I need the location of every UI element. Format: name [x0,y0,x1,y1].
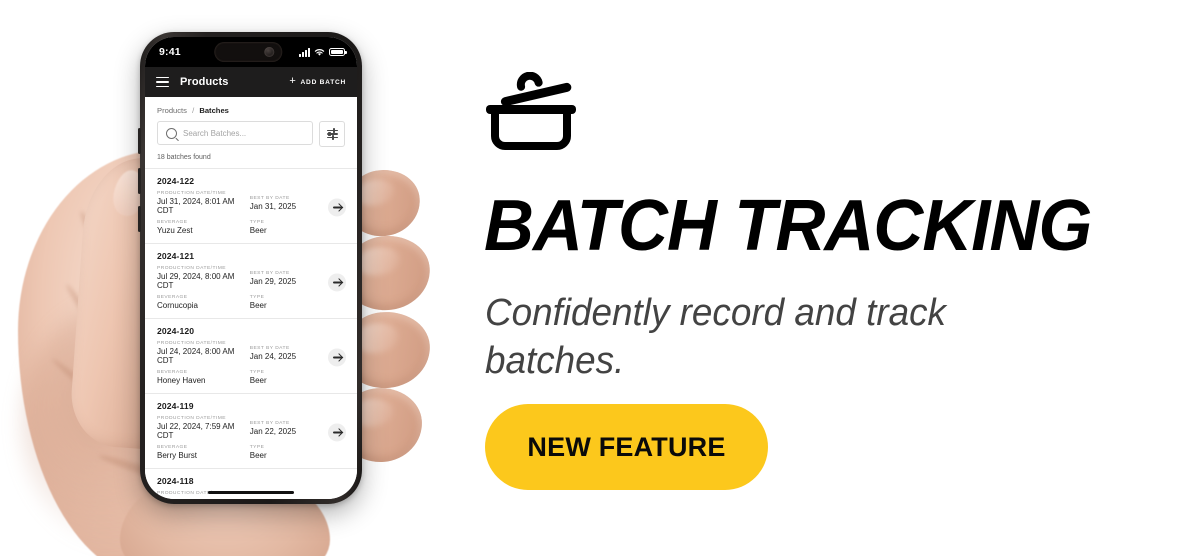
filter-sliders-icon [326,127,338,141]
add-batch-button[interactable]: + ADD BATCH [289,75,346,88]
best-by-value: Jan 24, 2025 [249,351,297,361]
batch-id: 2024-119 [157,401,194,411]
cooking-pot-icon [486,72,576,150]
phone-screen: 9:41 Products + ADD BATCH Products / Bat… [145,37,357,499]
best-by-label: BEST BY DATE [249,345,290,351]
production-value: Jul 24, 2024, 8:00 AM CDT [157,347,235,365]
type-label: TYPE [249,220,265,225]
hamburger-menu-icon[interactable] [156,76,169,88]
breadcrumb: Products / Batches [145,97,357,117]
beverage-value: Yuzu Zest [157,226,193,235]
breadcrumb-batches: Batches [199,106,229,115]
dynamic-island [214,42,283,62]
best-by-label: BEST BY DATE [249,420,290,426]
open-batch-arrow-icon[interactable] [328,198,346,217]
table-row[interactable]: 2024-121 PRODUCTION DATE/TIME Jul 29, 20… [145,244,357,319]
search-input[interactable]: Search Batches... [157,121,313,145]
wifi-icon [314,48,325,56]
new-feature-button[interactable]: NEW FEATURE [485,404,768,490]
batch-list: 2024-122 PRODUCTION DATE/TIME Jul 31, 20… [145,168,357,499]
beverage-label: BEVERAGE [157,220,188,225]
table-row[interactable]: 2024-118 PRODUCTION DATE/TIME BEST BY DA… [145,469,357,499]
smartphone-device: 9:41 Products + ADD BATCH Products / Bat… [138,32,362,504]
production-label: PRODUCTION DATE/TIME [157,266,226,271]
beverage-value: Cornucopia [157,301,198,310]
type-value: Beer [249,301,267,310]
plus-icon: + [289,75,297,87]
open-batch-arrow-icon[interactable] [328,273,346,292]
beverage-value: Berry Burst [157,451,198,460]
status-bar: 9:41 [145,37,357,67]
batch-id: 2024-121 [157,251,195,261]
results-count: 18 batches found [157,154,211,161]
phone-in-hand-photo: 9:41 Products + ADD BATCH Products / Bat… [0,0,470,556]
batch-id: 2024-122 [157,176,195,186]
battery-icon [329,48,347,56]
type-value: Beer [249,376,267,385]
new-feature-label: NEW FEATURE [527,431,726,462]
beverage-label: BEVERAGE [157,445,188,450]
best-by-value: Jan 22, 2025 [249,426,297,436]
open-batch-arrow-icon[interactable] [328,348,346,367]
best-by-value: Jan 29, 2025 [249,276,297,286]
breadcrumb-products[interactable]: Products [157,106,187,115]
batches-screen: Products / Batches Search Batches... 18 … [145,97,357,499]
page-title: Products [180,76,229,88]
production-value: Jul 29, 2024, 8:00 AM CDT [157,272,235,290]
type-label: TYPE [249,370,265,375]
production-label: PRODUCTION DATE/TIME [157,416,226,421]
open-batch-arrow-icon[interactable] [328,423,346,442]
type-value: Beer [249,451,267,460]
production-label: PRODUCTION DATE/TIME [157,191,226,196]
best-by-label: BEST BY DATE [249,195,290,201]
best-by-label: BEST BY DATE [249,270,290,276]
home-indicator [208,490,294,494]
search-icon [166,127,177,139]
table-row[interactable]: 2024-122 PRODUCTION DATE/TIME Jul 31, 20… [145,169,357,244]
front-camera-icon [264,47,275,57]
promo-subheadline: Confidently record and track batches. [485,292,946,382]
production-label: PRODUCTION DATE/TIME [157,341,226,346]
best-by-value: Jan 31, 2025 [249,201,297,211]
status-icons [299,37,347,67]
production-value: Jul 31, 2024, 8:01 AM CDT [157,197,235,215]
search-placeholder: Search Batches... [183,128,247,138]
promotional-banner: 9:41 Products + ADD BATCH Products / Bat… [0,0,1200,556]
table-row[interactable]: 2024-119 PRODUCTION DATE/TIME Jul 22, 20… [145,394,357,469]
status-time: 9:41 [159,46,181,58]
app-bar: Products + ADD BATCH [145,67,357,97]
promo-headline: BATCH TRACKING [484,186,1092,266]
breadcrumb-separator: / [192,106,195,115]
cellular-signal-icon [299,47,310,57]
filter-button[interactable] [319,121,345,147]
beverage-label: BEVERAGE [157,295,188,300]
type-label: TYPE [249,295,265,300]
search-row: Search Batches... [145,117,357,147]
type-value: Beer [249,226,267,235]
type-label: TYPE [249,445,265,450]
beverage-value: Honey Haven [157,376,206,385]
production-value: Jul 22, 2024, 7:59 AM CDT [157,422,235,440]
promo-panel: BATCH TRACKING Confidently record and tr… [470,0,1200,556]
batch-id: 2024-118 [157,476,194,486]
batch-id: 2024-120 [157,326,195,336]
beverage-label: BEVERAGE [157,370,188,375]
table-row[interactable]: 2024-120 PRODUCTION DATE/TIME Jul 24, 20… [145,319,357,394]
add-batch-label: ADD BATCH [300,78,346,86]
